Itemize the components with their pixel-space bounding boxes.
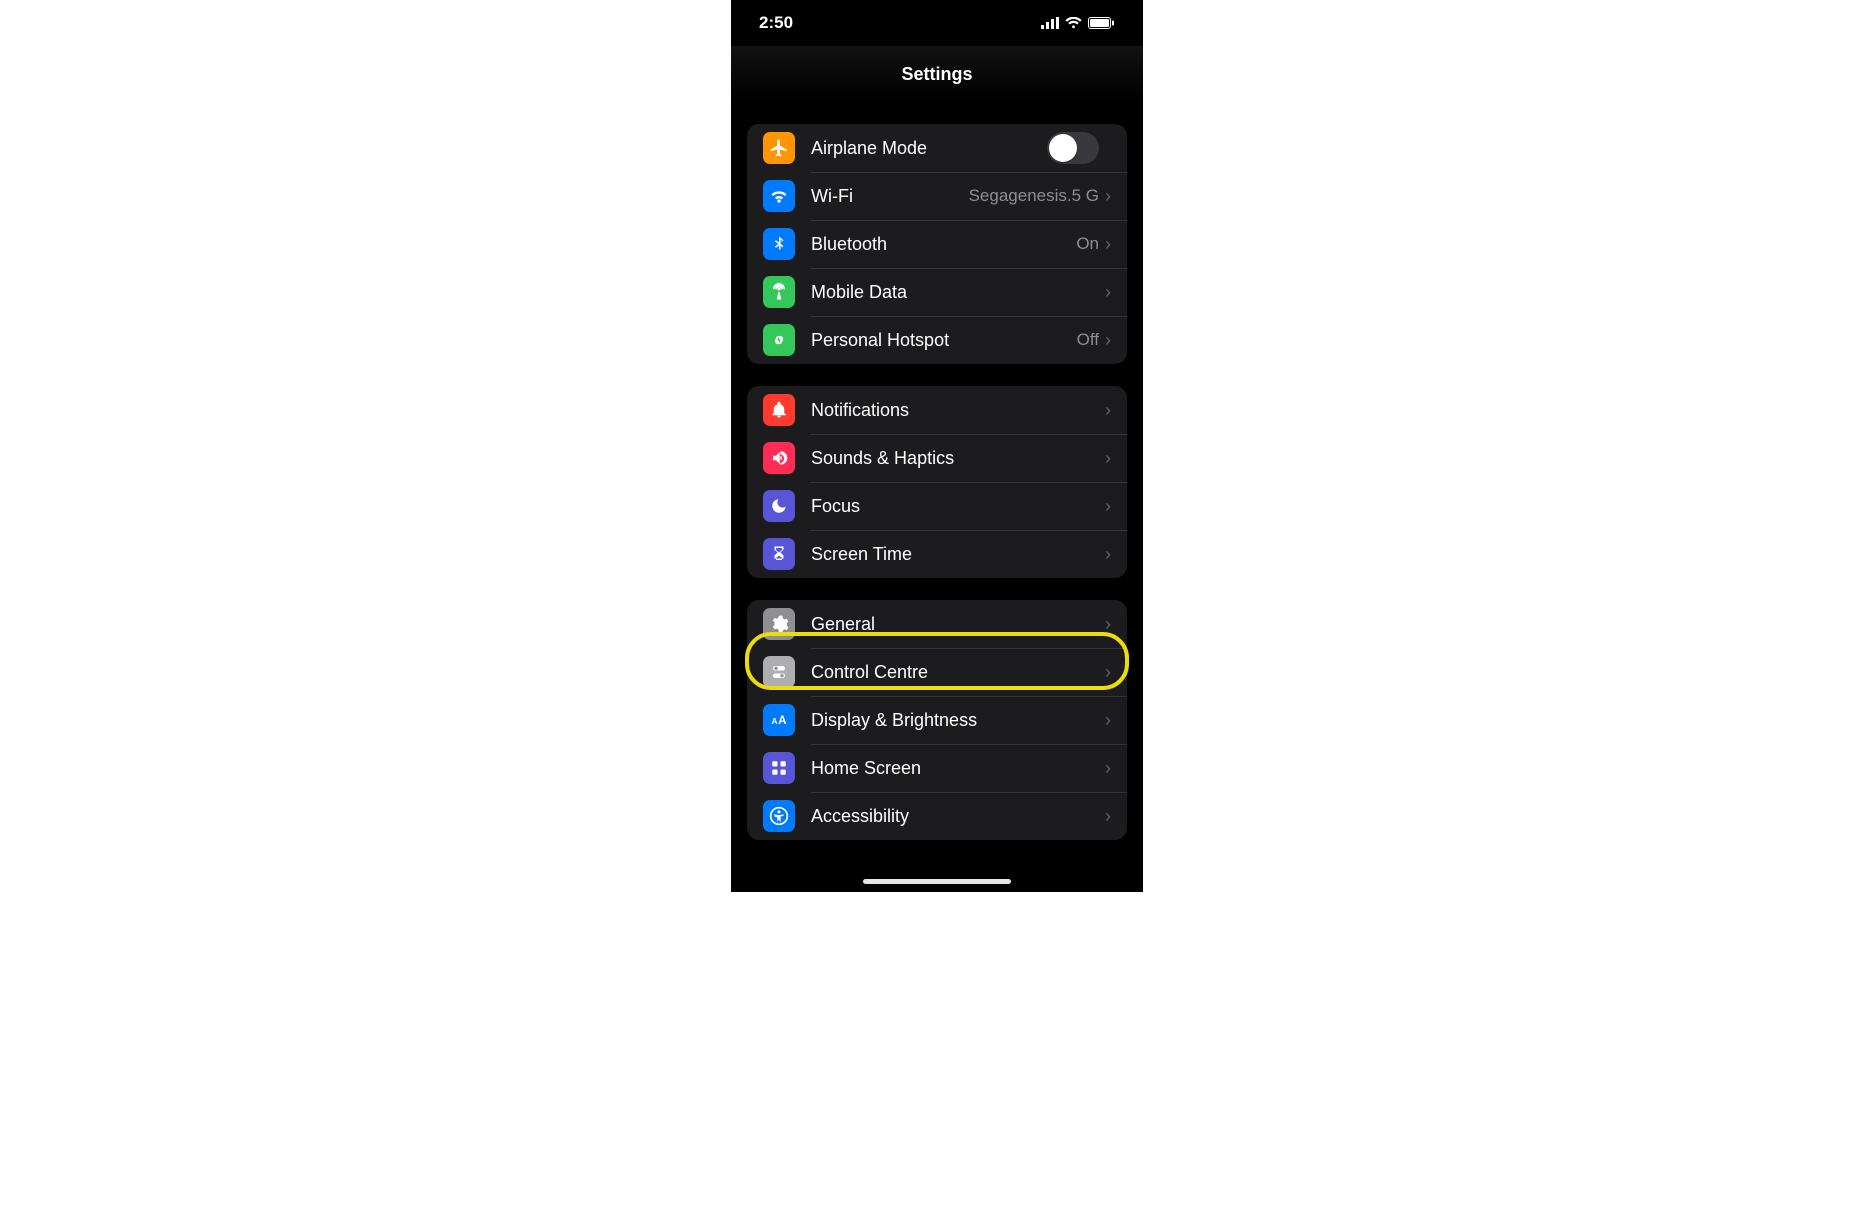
chevron-right-icon: › — [1105, 448, 1115, 469]
row-label: Sounds & Haptics — [811, 448, 1105, 469]
settings-row-notifications[interactable]: Notifications › — [747, 386, 1127, 434]
settings-row-home-screen[interactable]: Home Screen › — [747, 744, 1127, 792]
text-size-icon: AA — [763, 704, 795, 736]
moon-icon — [763, 490, 795, 522]
row-label: Control Centre — [811, 662, 1105, 683]
gear-icon — [763, 608, 795, 640]
settings-row-control-centre[interactable]: Control Centre › — [747, 648, 1127, 696]
row-label: Mobile Data — [811, 282, 1105, 303]
settings-row-general[interactable]: General › — [747, 600, 1127, 648]
speaker-icon — [763, 442, 795, 474]
battery-icon — [1088, 17, 1115, 29]
row-label: Screen Time — [811, 544, 1105, 565]
settings-group-notifications: Notifications › Sounds & Haptics › — [747, 386, 1127, 578]
row-label: Wi-Fi — [811, 186, 969, 207]
home-indicator[interactable] — [863, 879, 1011, 884]
row-label: Accessibility — [811, 806, 1105, 827]
home-grid-icon — [763, 752, 795, 784]
row-label: Bluetooth — [811, 234, 1076, 255]
svg-text:A: A — [778, 714, 787, 727]
row-value: Off — [1077, 330, 1099, 350]
bell-icon — [763, 394, 795, 426]
hotspot-icon — [763, 324, 795, 356]
settings-row-focus[interactable]: Focus › — [747, 482, 1127, 530]
settings-row-personal-hotspot[interactable]: Personal Hotspot Off › — [747, 316, 1127, 364]
page-title: Settings — [731, 46, 1143, 102]
svg-text:A: A — [772, 716, 778, 726]
chevron-right-icon: › — [1105, 496, 1115, 517]
chevron-right-icon: › — [1105, 234, 1115, 255]
wifi-icon — [1065, 17, 1082, 29]
row-label: Airplane Mode — [811, 138, 1047, 159]
settings-row-display-brightness[interactable]: AA Display & Brightness › — [747, 696, 1127, 744]
airplane-toggle[interactable] — [1047, 132, 1099, 164]
row-label: Notifications — [811, 400, 1105, 421]
row-value: On — [1076, 234, 1099, 254]
sliders-icon — [763, 656, 795, 688]
chevron-right-icon: › — [1105, 710, 1115, 731]
status-time: 2:50 — [759, 13, 793, 33]
chevron-right-icon: › — [1105, 400, 1115, 421]
chevron-right-icon: › — [1105, 330, 1115, 351]
chevron-right-icon: › — [1105, 758, 1115, 779]
chevron-right-icon: › — [1105, 282, 1115, 303]
settings-group-general: General › Control Centre › AA — [747, 600, 1127, 840]
antenna-icon — [763, 276, 795, 308]
row-label: General — [811, 614, 1105, 635]
status-bar: 2:50 — [731, 0, 1143, 46]
row-label: Home Screen — [811, 758, 1105, 779]
hourglass-icon — [763, 538, 795, 570]
chevron-right-icon: › — [1105, 662, 1115, 683]
airplane-icon — [763, 132, 795, 164]
cellular-icon — [1041, 17, 1059, 29]
settings-row-mobile-data[interactable]: Mobile Data › — [747, 268, 1127, 316]
row-label: Display & Brightness — [811, 710, 1105, 731]
settings-row-airplane-mode[interactable]: Airplane Mode — [747, 124, 1127, 172]
row-label: Focus — [811, 496, 1105, 517]
wifi-settings-icon — [763, 180, 795, 212]
chevron-right-icon: › — [1105, 186, 1115, 207]
settings-group-connectivity: Airplane Mode Wi-Fi Segagenesis.5 G › — [747, 124, 1127, 364]
settings-row-sounds-haptics[interactable]: Sounds & Haptics › — [747, 434, 1127, 482]
settings-row-bluetooth[interactable]: Bluetooth On › — [747, 220, 1127, 268]
accessibility-icon — [763, 800, 795, 832]
settings-row-accessibility[interactable]: Accessibility › — [747, 792, 1127, 840]
chevron-right-icon: › — [1105, 544, 1115, 565]
chevron-right-icon: › — [1105, 614, 1115, 635]
bluetooth-icon — [763, 228, 795, 260]
row-value: Segagenesis.5 G — [969, 186, 1099, 206]
chevron-right-icon: › — [1105, 806, 1115, 827]
settings-row-screen-time[interactable]: Screen Time › — [747, 530, 1127, 578]
settings-list: Airplane Mode Wi-Fi Segagenesis.5 G › — [731, 124, 1143, 840]
row-label: Personal Hotspot — [811, 330, 1077, 351]
status-indicators — [1041, 17, 1115, 29]
settings-row-wifi[interactable]: Wi-Fi Segagenesis.5 G › — [747, 172, 1127, 220]
